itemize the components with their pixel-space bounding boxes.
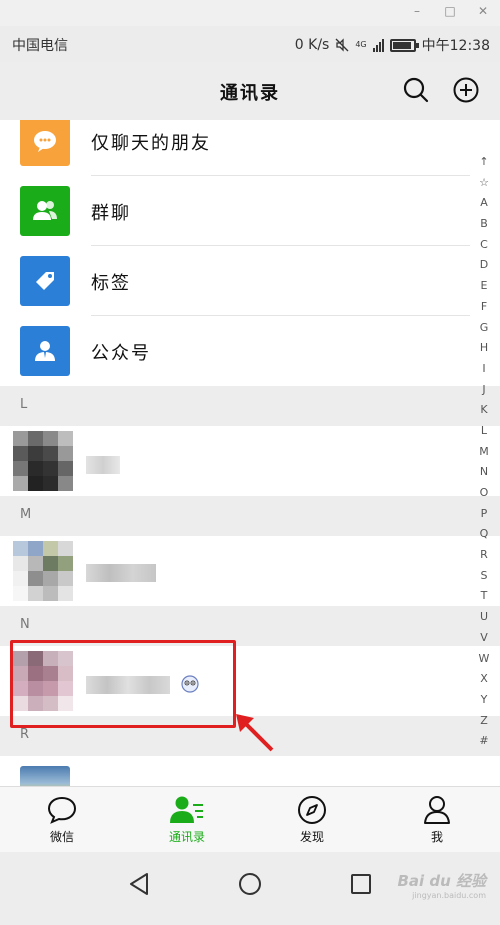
carrier-label: 中国电信 bbox=[12, 38, 68, 54]
contact-row[interactable] bbox=[0, 756, 500, 786]
alphabet-index-letter[interactable]: ☆ bbox=[474, 173, 494, 194]
contacts-icon bbox=[170, 796, 203, 823]
avatar bbox=[13, 431, 73, 491]
feature-row-chat-only-friends[interactable]: 仅聊天的朋友 bbox=[0, 120, 500, 176]
feature-label: 公众号 bbox=[91, 343, 151, 364]
alphabet-index-letter[interactable]: W bbox=[474, 649, 494, 670]
close-button[interactable]: ✕ bbox=[476, 4, 490, 18]
alphabet-index-letter[interactable]: # bbox=[474, 731, 494, 752]
official-account-icon bbox=[20, 326, 70, 376]
annotation-arrow-icon bbox=[236, 714, 274, 752]
tab-label: 微信 bbox=[49, 830, 74, 844]
minimize-button[interactable]: – bbox=[410, 4, 424, 18]
feature-row-official-accounts[interactable]: 公众号 bbox=[0, 316, 500, 386]
alphabet-index-letter[interactable]: H bbox=[474, 338, 494, 359]
alphabet-index-letter[interactable]: R bbox=[474, 545, 494, 566]
tab-discover[interactable]: 发现 bbox=[272, 795, 352, 845]
mute-icon bbox=[335, 38, 349, 52]
annotation-highlight-box bbox=[10, 640, 236, 728]
contact-name-blurred bbox=[86, 564, 156, 582]
tab-contacts[interactable]: 通讯录 bbox=[147, 795, 227, 845]
maximize-button[interactable]: □ bbox=[443, 4, 457, 18]
bottom-tab-bar: 微信 通讯录 发现 我 bbox=[0, 786, 500, 852]
alphabet-index-letter[interactable]: E bbox=[474, 276, 494, 297]
feature-label: 标签 bbox=[91, 273, 131, 294]
avatar bbox=[13, 541, 73, 601]
tab-label: 通讯录 bbox=[168, 830, 205, 844]
alphabet-index-letter[interactable]: U bbox=[474, 607, 494, 628]
battery-icon bbox=[389, 38, 419, 52]
group-icon bbox=[20, 186, 70, 236]
compass-icon bbox=[298, 796, 326, 824]
status-bar: 中国电信 0 K/s 4G 中午12:38 bbox=[0, 26, 500, 62]
alphabet-index-letter[interactable]: T bbox=[474, 586, 494, 607]
tab-label: 我 bbox=[430, 830, 443, 844]
alphabet-index-letter[interactable]: B bbox=[474, 214, 494, 235]
alphabet-index-letter[interactable]: Y bbox=[474, 690, 494, 711]
watermark-brand: Bai du 经验 bbox=[397, 872, 486, 890]
chat-icon bbox=[47, 796, 77, 824]
tab-chats[interactable]: 微信 bbox=[22, 795, 102, 845]
alphabet-index[interactable]: ↑ ☆ A B C D E F G H I J K L M N O P Q R S T U V W X Y Z # bbox=[474, 152, 494, 752]
person-icon bbox=[424, 796, 450, 824]
alphabet-index-letter[interactable]: Z bbox=[474, 711, 494, 732]
app-header: 通讯录 bbox=[0, 62, 500, 120]
feature-row-tags[interactable]: 标签 bbox=[0, 246, 500, 316]
tag-icon bbox=[20, 256, 70, 306]
clock: 中午12:38 bbox=[421, 38, 490, 54]
section-letter: L bbox=[20, 397, 28, 412]
feature-label: 仅聊天的朋友 bbox=[91, 133, 211, 154]
chat-bubble-icon bbox=[20, 120, 70, 166]
signal-icon bbox=[372, 38, 384, 52]
alphabet-index-letter[interactable]: L bbox=[474, 421, 494, 442]
section-letter: R bbox=[20, 727, 30, 742]
watermark-url: jingyan.baidu.com bbox=[412, 891, 486, 900]
alphabet-index-letter[interactable]: D bbox=[474, 255, 494, 276]
network-type: 4G bbox=[355, 40, 367, 49]
contact-name-blurred bbox=[86, 456, 120, 474]
alphabet-index-letter[interactable]: P bbox=[474, 504, 494, 525]
tab-me[interactable]: 我 bbox=[397, 795, 477, 845]
alphabet-index-letter[interactable]: X bbox=[474, 669, 494, 690]
network-speed: 0 K/s bbox=[294, 37, 330, 53]
watermark: Bai du 经验 jingyan.baidu.com bbox=[397, 870, 486, 900]
tab-label: 发现 bbox=[299, 830, 324, 844]
alphabet-index-letter[interactable]: N bbox=[474, 462, 494, 483]
alphabet-index-letter[interactable]: M bbox=[474, 442, 494, 463]
alphabet-index-letter[interactable]: Q bbox=[474, 524, 494, 545]
alphabet-index-letter[interactable]: F bbox=[474, 297, 494, 318]
alphabet-index-letter[interactable]: I bbox=[474, 359, 494, 380]
section-letter: N bbox=[20, 617, 30, 632]
feature-label: 群聊 bbox=[91, 203, 131, 224]
alphabet-index-letter[interactable]: V bbox=[474, 628, 494, 649]
search-icon[interactable] bbox=[402, 76, 430, 104]
avatar bbox=[20, 766, 70, 786]
system-navigation-bar: Bai du 经验 jingyan.baidu.com bbox=[0, 852, 500, 925]
section-header-m: M bbox=[0, 496, 500, 536]
alphabet-index-letter[interactable]: ↑ bbox=[474, 152, 494, 173]
window-titlebar: – □ ✕ bbox=[0, 0, 500, 26]
alphabet-index-letter[interactable]: K bbox=[474, 400, 494, 421]
home-icon[interactable] bbox=[238, 872, 262, 896]
back-icon[interactable] bbox=[128, 872, 150, 896]
add-icon[interactable] bbox=[452, 76, 480, 104]
feature-row-group-chats[interactable]: 群聊 bbox=[0, 176, 500, 246]
recents-icon[interactable] bbox=[350, 872, 372, 896]
contact-row[interactable] bbox=[0, 536, 500, 606]
alphabet-index-letter[interactable]: J bbox=[474, 380, 494, 401]
contact-row[interactable] bbox=[0, 426, 500, 496]
alphabet-index-letter[interactable]: C bbox=[474, 235, 494, 256]
alphabet-index-letter[interactable]: O bbox=[474, 483, 494, 504]
alphabet-index-letter[interactable]: S bbox=[474, 566, 494, 587]
section-header-l: L bbox=[0, 386, 500, 426]
alphabet-index-letter[interactable]: G bbox=[474, 318, 494, 339]
alphabet-index-letter[interactable]: A bbox=[474, 193, 494, 214]
section-letter: M bbox=[20, 507, 32, 522]
